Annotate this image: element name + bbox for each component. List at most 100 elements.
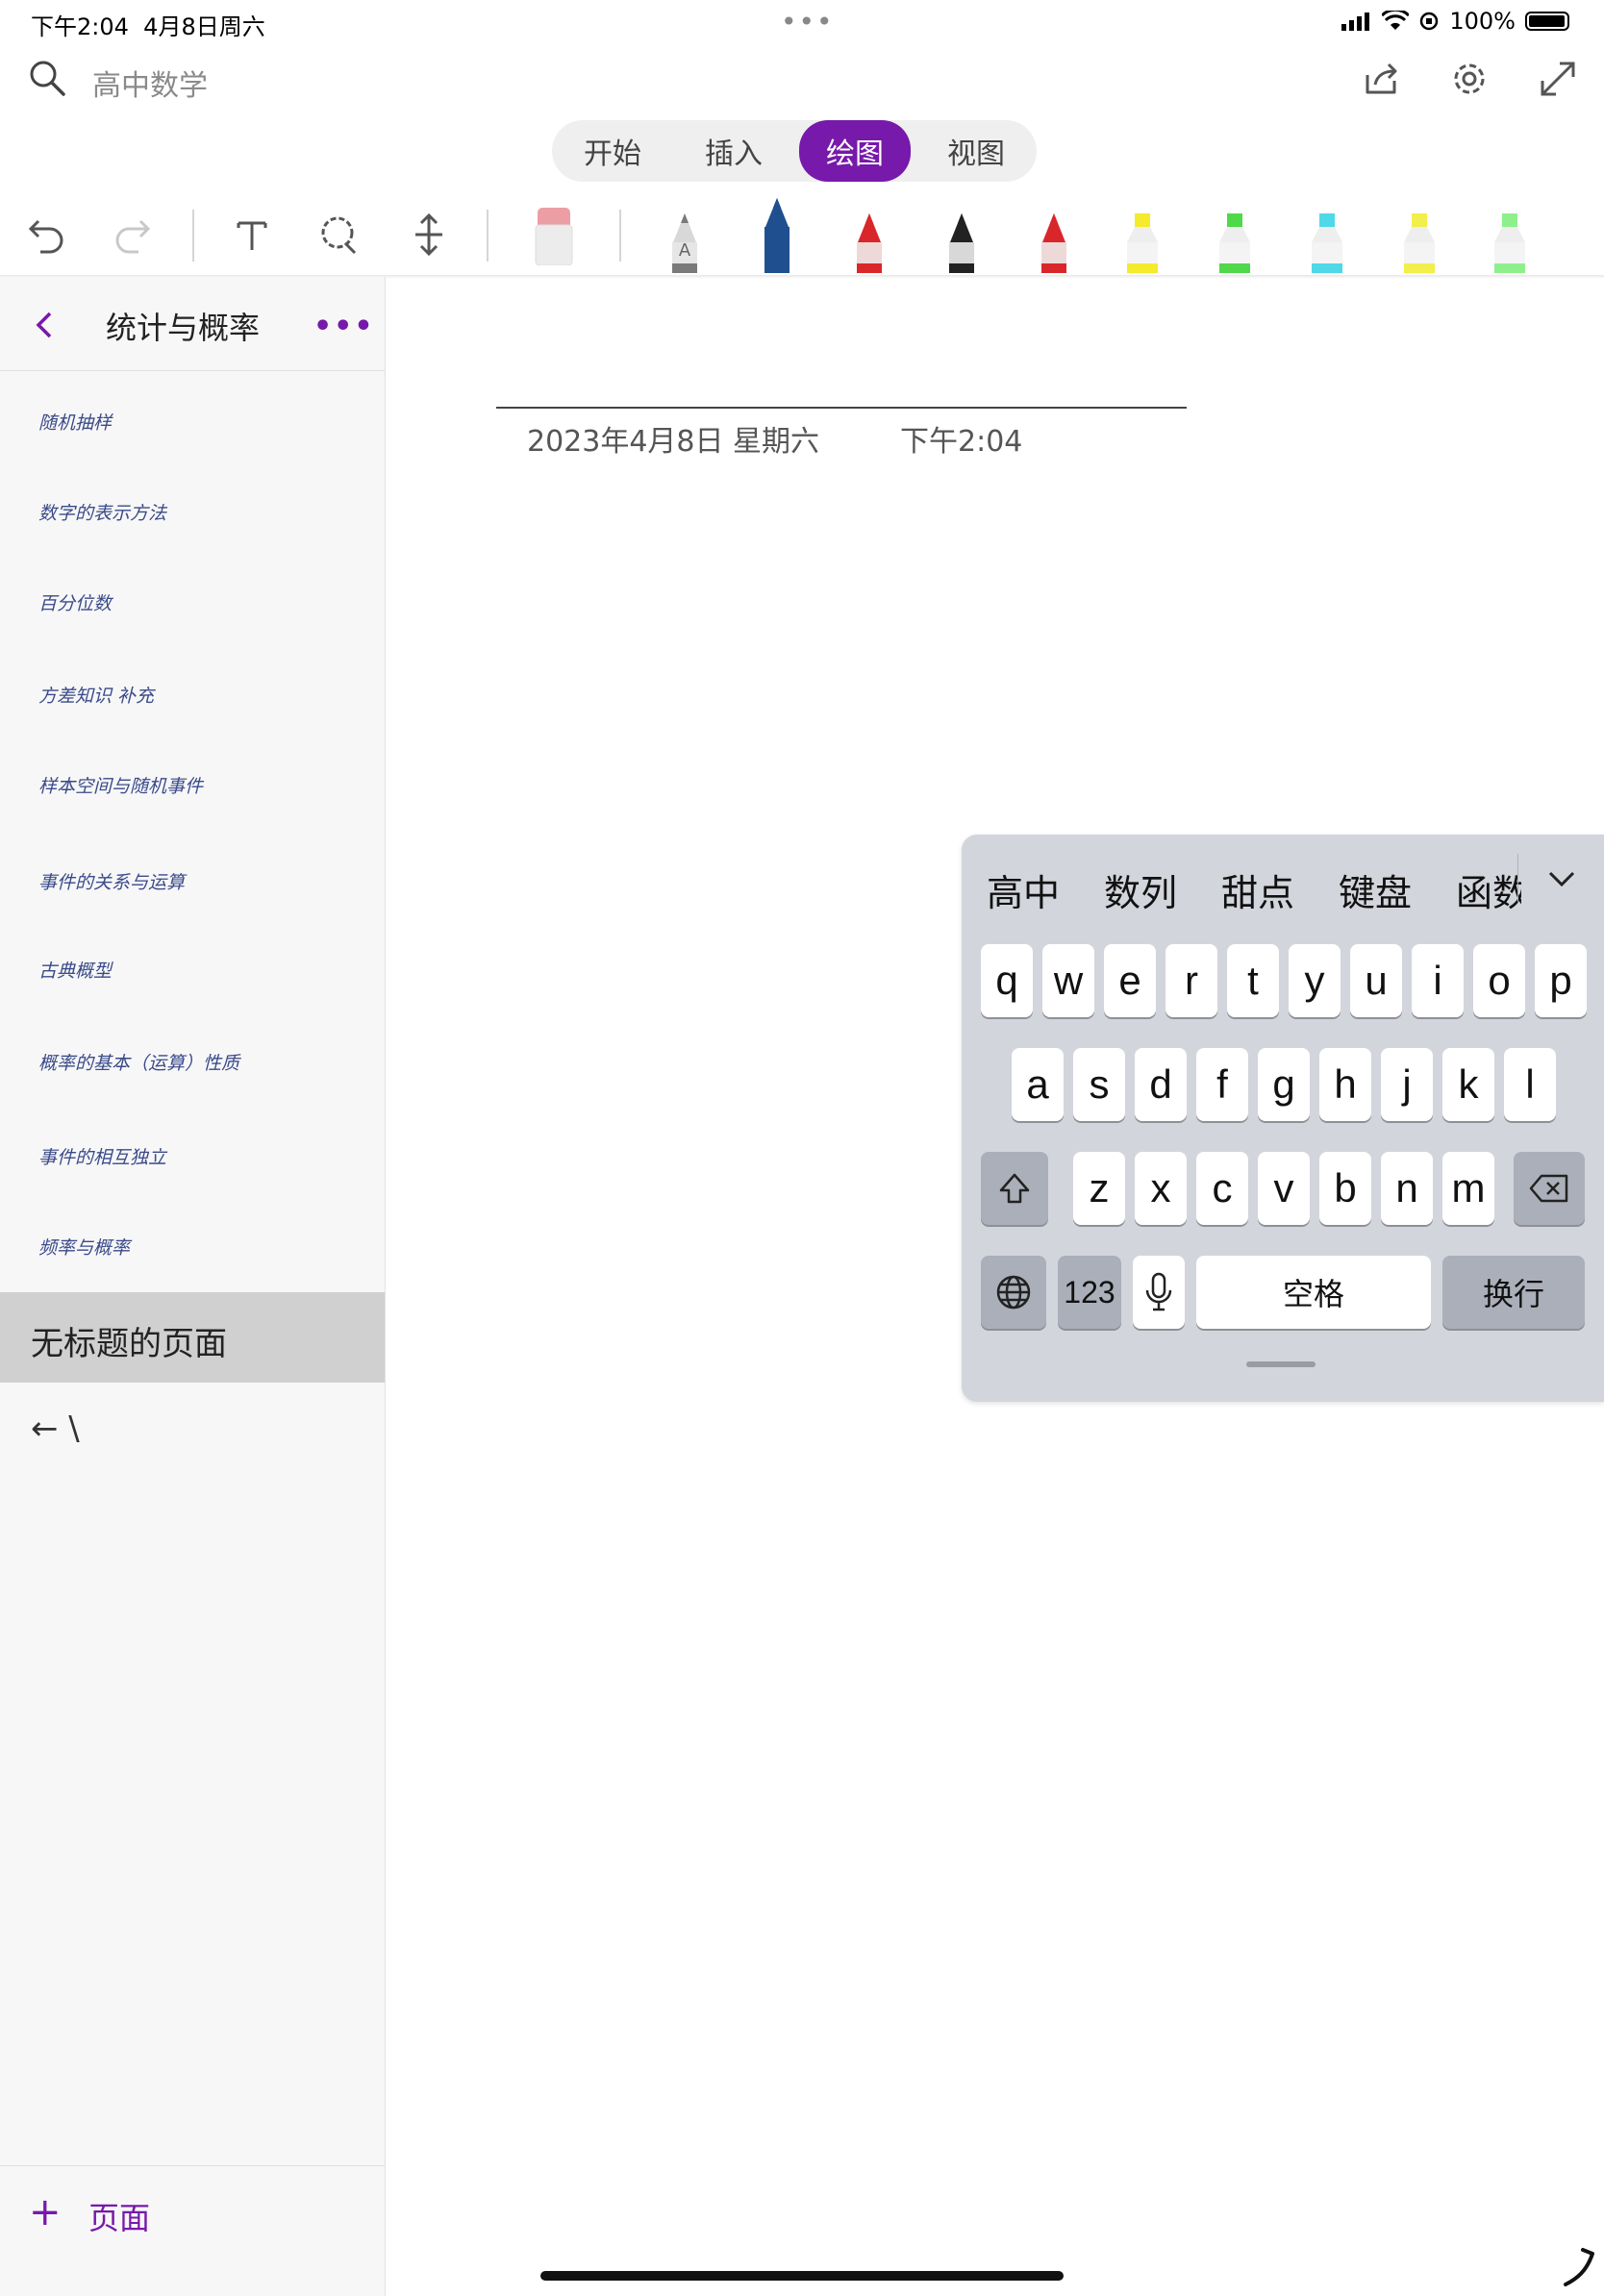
pen-red-2-icon[interactable] xyxy=(1033,192,1075,281)
shift-arrow-icon xyxy=(999,1173,1030,1204)
suggestion-item[interactable]: 键盘 xyxy=(1339,863,1412,916)
key-l[interactable]: l xyxy=(1504,1048,1556,1121)
key-y[interactable]: y xyxy=(1289,944,1341,1017)
key-i[interactable]: i xyxy=(1412,944,1464,1017)
page-list-item[interactable]: 随机抽样 xyxy=(38,392,365,450)
return-key[interactable]: 换行 xyxy=(1442,1256,1585,1329)
suggestion-item[interactable]: 高中 xyxy=(987,863,1060,916)
more-options-icon[interactable]: ••• xyxy=(313,310,375,343)
tab-insert[interactable]: 插入 xyxy=(678,120,789,182)
page-list-item[interactable]: 数字的表示方法 xyxy=(38,483,365,540)
pencil-gray-icon[interactable]: A xyxy=(664,192,706,281)
pen-red-icon[interactable] xyxy=(848,192,890,281)
globe-key[interactable] xyxy=(981,1256,1046,1329)
microphone-icon xyxy=(1145,1272,1172,1311)
tab-draw[interactable]: 绘图 xyxy=(799,120,911,182)
svg-text:A: A xyxy=(679,240,691,261)
key-x[interactable]: x xyxy=(1135,1152,1187,1225)
page-title-line[interactable] xyxy=(496,407,1187,409)
suggestion-item[interactable]: 甜点 xyxy=(1221,863,1294,916)
tab-view[interactable]: 视图 xyxy=(920,120,1032,182)
highlighter-cyan-icon[interactable] xyxy=(1306,192,1348,281)
delete-key[interactable] xyxy=(1514,1152,1585,1225)
page-list-item[interactable]: 事件的关系与运算 xyxy=(38,852,365,910)
page-list-item[interactable]: 事件的相互独立 xyxy=(38,1127,365,1185)
keyboard-drag-handle[interactable] xyxy=(1246,1361,1316,1367)
key-k[interactable]: k xyxy=(1442,1048,1494,1121)
page-list-item[interactable]: 方差知识 补充 xyxy=(38,665,365,723)
sidebar-divider xyxy=(0,2165,385,2166)
key-e[interactable]: e xyxy=(1104,944,1156,1017)
key-v[interactable]: v xyxy=(1258,1152,1310,1225)
page-list-item[interactable]: 样本空间与随机事件 xyxy=(38,756,365,813)
page-date: 2023年4月8日 星期六 xyxy=(527,425,820,459)
back-chevron-icon[interactable] xyxy=(27,306,65,344)
tab-home[interactable]: 开始 xyxy=(557,120,668,182)
key-p[interactable]: p xyxy=(1535,944,1587,1017)
dictation-key[interactable] xyxy=(1133,1256,1185,1329)
ink-word-pops xyxy=(1269,615,1348,673)
ink-word-the xyxy=(877,625,967,673)
key-r[interactable]: r xyxy=(1165,944,1217,1017)
expand-icon[interactable] xyxy=(1535,56,1581,102)
key-g[interactable]: g xyxy=(1258,1048,1310,1121)
ink-word-keyboard xyxy=(995,577,1219,683)
selected-page-label[interactable]: 无标题的页面 xyxy=(31,1317,227,1364)
key-s[interactable]: s xyxy=(1073,1048,1125,1121)
pen-row: A xyxy=(0,192,1604,277)
suggestion-item[interactable]: 函数 xyxy=(1456,863,1521,916)
highlighter-light-green-icon[interactable] xyxy=(1489,192,1531,281)
status-time: 下午2:04 4月8日周六 xyxy=(31,13,265,40)
key-u[interactable]: u xyxy=(1350,944,1402,1017)
page-list-item[interactable]: 概率的基本（运算）性质 xyxy=(38,1033,365,1090)
battery-percent: 100% xyxy=(1449,8,1516,35)
highlighter-yellow-icon[interactable] xyxy=(1121,192,1164,281)
highlighter-green-icon[interactable] xyxy=(1214,192,1256,281)
search-icon[interactable] xyxy=(27,58,67,98)
keyboard-suggestions-bar: 高中 数列 甜点 键盘 函数 xyxy=(962,835,1604,927)
ink-word-pen xyxy=(1442,690,1523,740)
add-page-button[interactable]: 页面 xyxy=(88,2194,150,2238)
page-time: 下午2:04 xyxy=(900,425,1023,459)
key-c[interactable]: c xyxy=(1196,1152,1248,1225)
notebook-title[interactable]: 高中数学 xyxy=(92,62,208,104)
highlighter-yellow-2-icon[interactable] xyxy=(1398,192,1441,281)
key-f[interactable]: f xyxy=(1196,1048,1248,1121)
pen-blue-icon[interactable] xyxy=(756,192,798,281)
home-indicator[interactable] xyxy=(540,2271,1064,2281)
globe-icon xyxy=(996,1275,1031,1310)
page-list-item[interactable]: 百分位数 xyxy=(38,573,365,631)
shift-key[interactable] xyxy=(981,1152,1048,1225)
key-j[interactable]: j xyxy=(1381,1048,1433,1121)
ink-word-eraser xyxy=(1429,769,1577,794)
key-z[interactable]: z xyxy=(1073,1152,1125,1225)
ink-arrowhead xyxy=(996,594,1021,619)
page-list-item[interactable]: 古典概型 xyxy=(38,940,365,998)
key-b[interactable]: b xyxy=(1319,1152,1371,1225)
key-o[interactable]: o xyxy=(1473,944,1525,1017)
key-h[interactable]: h xyxy=(1319,1048,1371,1121)
settings-gear-icon[interactable] xyxy=(1446,56,1492,102)
status-indicators: 100% xyxy=(1341,8,1569,35)
multitasking-dots[interactable]: ••• xyxy=(781,6,835,37)
key-d[interactable]: d xyxy=(1135,1048,1187,1121)
add-page-plus-icon[interactable]: + xyxy=(29,2190,62,2234)
ink-word-choose xyxy=(1236,692,1394,742)
orientation-lock-icon xyxy=(1420,12,1439,31)
key-a[interactable]: a xyxy=(1012,1048,1064,1121)
key-m[interactable]: m xyxy=(1442,1152,1494,1225)
key-w[interactable]: w xyxy=(1042,944,1094,1017)
share-icon[interactable] xyxy=(1358,56,1404,102)
numbers-key[interactable]: 123 xyxy=(1058,1256,1121,1329)
key-q[interactable]: q xyxy=(981,944,1033,1017)
key-t[interactable]: t xyxy=(1227,944,1279,1017)
pen-black-icon[interactable] xyxy=(940,192,983,281)
space-key[interactable]: 空格 xyxy=(1196,1256,1431,1329)
key-n[interactable]: n xyxy=(1381,1152,1433,1225)
page-list-item[interactable]: 频率与概率 xyxy=(38,1217,365,1275)
battery-icon xyxy=(1525,12,1569,31)
chevron-down-icon[interactable] xyxy=(1542,860,1581,898)
suggestion-item[interactable]: 数列 xyxy=(1104,863,1177,916)
page-list-item[interactable]: ← \ xyxy=(31,1410,80,1448)
suggestion-divider xyxy=(1517,854,1518,902)
